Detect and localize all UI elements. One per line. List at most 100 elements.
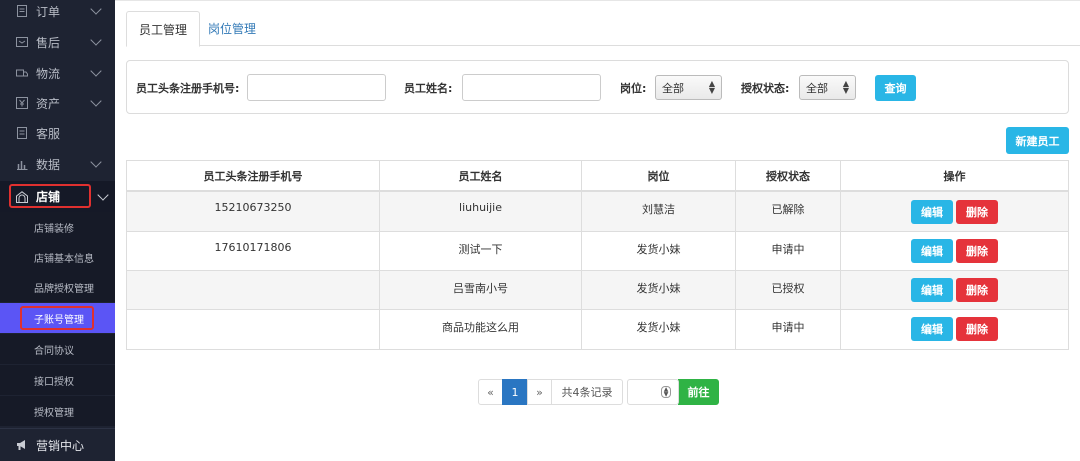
customer-service-icon xyxy=(16,127,28,139)
after-sales-icon xyxy=(16,36,28,48)
search-button[interactable]: 查询 xyxy=(875,75,916,101)
cell-phone xyxy=(127,310,380,349)
goto-page-button[interactable]: 前往 xyxy=(678,379,719,405)
phone-input[interactable] xyxy=(247,74,386,101)
tab-employee-management[interactable]: 员工管理 xyxy=(126,11,201,47)
sidebar-item-label: 订单 xyxy=(36,4,61,19)
next-page-button[interactable]: » xyxy=(527,379,552,405)
sidebar-item-customer-service[interactable]: 客服 xyxy=(0,118,115,148)
sidebar-subitem-authorization-management[interactable]: 授权管理 xyxy=(0,396,115,426)
delete-button[interactable]: 删除 xyxy=(956,200,998,224)
sidebar-item-logistics[interactable]: 物流 xyxy=(0,58,115,88)
edit-button[interactable]: 编辑 xyxy=(911,278,953,302)
sidebar-item-label: 营销中心 xyxy=(36,438,85,453)
sidebar-item-assets[interactable]: 资产 xyxy=(0,88,115,118)
auth-status-select-value: 全部 xyxy=(806,81,828,95)
cell-auth-status: 申请中 xyxy=(736,232,841,270)
logistics-icon xyxy=(16,67,28,79)
position-select[interactable]: 全部 ▲ ▼ xyxy=(655,75,722,100)
sidebar-item-label: 资产 xyxy=(36,96,61,111)
chevron-down-icon xyxy=(90,34,102,46)
edit-button[interactable]: 编辑 xyxy=(911,317,953,341)
assets-icon xyxy=(16,97,28,109)
employee-table: 员工头条注册手机号 员工姓名 岗位 授权状态 操作 15210673250 li… xyxy=(126,160,1069,350)
sidebar: 订单 售后 物流 资产 客服 数据 店铺 店铺装修 店铺基本信息 品牌授权管理 … xyxy=(0,0,115,461)
new-employee-button[interactable]: 新建员工 xyxy=(1006,127,1069,154)
delete-button[interactable]: 删除 xyxy=(956,239,998,263)
sidebar-subitem-label: 店铺装修 xyxy=(34,223,74,235)
sidebar-subitem-brand-authorization[interactable]: 品牌授权管理 xyxy=(0,272,115,302)
goto-page-input[interactable]: ▲ ▼ xyxy=(627,379,679,405)
prev-page-button[interactable]: « xyxy=(478,379,503,405)
delete-button[interactable]: 删除 xyxy=(956,278,998,302)
position-label: 岗位: xyxy=(620,82,647,95)
sidebar-subitem-label: 合同协议 xyxy=(34,345,74,357)
column-header-name: 员工姓名 xyxy=(380,161,582,190)
chevron-down-icon xyxy=(90,65,102,77)
table-row: 17610171806 测试一下 发货小妹 申请中 编辑 删除 xyxy=(127,231,1068,270)
cell-actions: 编辑 删除 xyxy=(841,232,1068,270)
select-arrows-icon: ▲ ▼ xyxy=(708,79,715,95)
cell-auth-status: 已授权 xyxy=(736,271,841,309)
edit-button[interactable]: 编辑 xyxy=(911,239,953,263)
sidebar-subitem-store-info[interactable]: 店铺基本信息 xyxy=(0,242,115,272)
sidebar-subitem-api-authorization[interactable]: 接口授权 xyxy=(0,365,115,395)
column-header-position: 岗位 xyxy=(582,161,736,190)
table-row: 商品功能这么用 发货小妹 申请中 编辑 删除 xyxy=(127,309,1068,349)
stepper-icon[interactable]: ▲ ▼ xyxy=(661,386,671,398)
position-select-value: 全部 xyxy=(662,81,684,95)
sidebar-subitem-store-decoration[interactable]: 店铺装修 xyxy=(0,212,115,242)
table-header-row: 员工头条注册手机号 员工姓名 岗位 授权状态 操作 xyxy=(127,161,1068,192)
chevron-down-icon xyxy=(90,156,102,168)
data-chart-icon xyxy=(16,158,28,170)
page-1-button[interactable]: 1 xyxy=(502,379,528,405)
cell-position: 刘慧洁 xyxy=(582,192,736,231)
cell-actions: 编辑 删除 xyxy=(841,310,1068,349)
sidebar-item-label: 数据 xyxy=(36,157,61,172)
highlight-box xyxy=(20,306,94,330)
sidebar-item-marketing-center[interactable]: 营销中心 xyxy=(0,428,115,461)
phone-label: 员工头条注册手机号: xyxy=(136,82,240,95)
cell-name: 商品功能这么用 xyxy=(380,310,582,349)
name-label: 员工姓名: xyxy=(404,82,453,95)
table-row: 15210673250 liuhuijie 刘慧洁 已解除 编辑 删除 xyxy=(127,192,1068,231)
chevron-down-icon xyxy=(97,189,109,201)
sidebar-item-after-sales[interactable]: 售后 xyxy=(0,27,115,57)
sidebar-item-label: 售后 xyxy=(36,35,61,50)
sidebar-item-label: 客服 xyxy=(36,126,61,141)
total-records-text: 共4条记录 xyxy=(551,379,623,405)
delete-button[interactable]: 删除 xyxy=(956,317,998,341)
auth-status-select[interactable]: 全部 ▲ ▼ xyxy=(799,75,856,100)
cell-actions: 编辑 删除 xyxy=(841,271,1068,309)
column-header-actions: 操作 xyxy=(943,169,966,183)
sidebar-subitem-label: 授权管理 xyxy=(34,407,74,419)
main-content: 员工管理 岗位管理 员工头条注册手机号: 员工姓名: 岗位: 全部 ▲ ▼ 授权状… xyxy=(115,0,1080,461)
order-icon xyxy=(16,5,28,17)
cell-name: liuhuijie xyxy=(380,192,582,231)
tab-bar: 员工管理 岗位管理 xyxy=(126,11,1080,47)
sidebar-item-label: 物流 xyxy=(36,66,61,81)
table-row: 吕雪南小号 发货小妹 已授权 编辑 删除 xyxy=(127,270,1068,309)
name-input[interactable] xyxy=(462,74,601,101)
cell-position: 发货小妹 xyxy=(582,310,736,349)
cell-phone xyxy=(127,271,380,309)
sidebar-subitem-label: 店铺基本信息 xyxy=(34,253,94,265)
column-header-auth-status: 授权状态 xyxy=(736,161,841,190)
cell-actions: 编辑 删除 xyxy=(841,192,1068,231)
cell-name: 吕雪南小号 xyxy=(380,271,582,309)
pagination: « 1 » 共4条记录 ▲ ▼ 前往 xyxy=(478,379,719,405)
cell-auth-status: 申请中 xyxy=(736,310,841,349)
sidebar-item-orders[interactable]: 订单 xyxy=(0,0,115,26)
cell-auth-status: 已解除 xyxy=(736,192,841,231)
tab-label: 岗位管理 xyxy=(208,22,257,36)
tab-position-management[interactable]: 岗位管理 xyxy=(196,11,268,46)
sidebar-subitem-contracts[interactable]: 合同协议 xyxy=(0,334,115,364)
top-divider xyxy=(115,0,1080,1)
cell-phone: 17610171806 xyxy=(127,232,380,270)
sidebar-item-data[interactable]: 数据 xyxy=(0,149,115,179)
select-arrows-icon: ▲ ▼ xyxy=(842,79,849,95)
auth-status-label: 授权状态: xyxy=(741,82,790,95)
megaphone-icon xyxy=(16,439,28,451)
chevron-down-icon xyxy=(90,95,102,107)
edit-button[interactable]: 编辑 xyxy=(911,200,953,224)
